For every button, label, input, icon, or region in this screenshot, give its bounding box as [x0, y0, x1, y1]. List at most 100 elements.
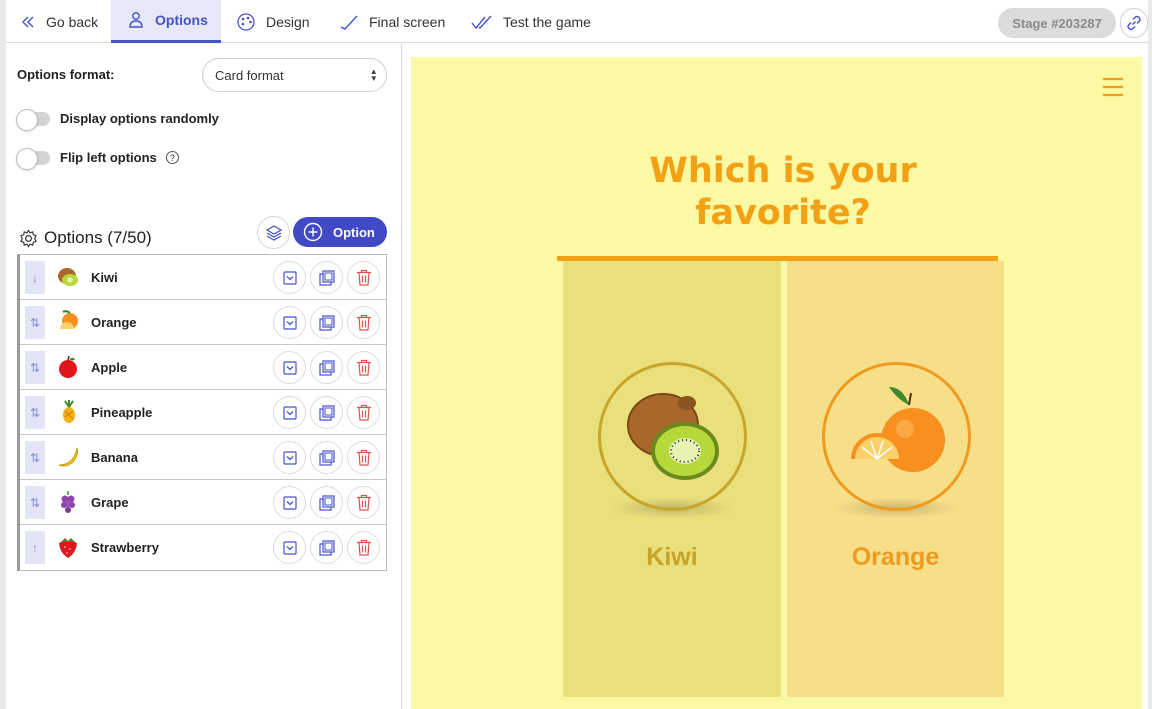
option-label: Kiwi — [91, 269, 118, 285]
trash-icon — [356, 269, 371, 286]
duplicate-option-button[interactable] — [310, 486, 343, 519]
hamburger-menu-icon[interactable] — [1102, 76, 1124, 98]
trash-icon — [356, 404, 371, 421]
stage-badge: Stage #203287 — [998, 8, 1116, 38]
option-card-kiwi[interactable]: Kiwi — [563, 261, 781, 697]
delete-option-button[interactable] — [347, 396, 380, 429]
option-card-orange[interactable]: Orange — [787, 261, 1004, 697]
toggle-random-row: Display options randomly — [16, 108, 219, 131]
reorder-arrow-icon[interactable]: ⇅ — [25, 486, 45, 519]
delete-option-button[interactable] — [347, 351, 380, 384]
top-nav: Go back Options Design Final screen Test… — [6, 0, 1148, 43]
tab-test-game[interactable]: Test the game — [471, 0, 591, 43]
options-format-select[interactable]: Card format ▴ ▾ — [202, 58, 387, 92]
orange-image-frame — [822, 362, 971, 511]
display-random-toggle[interactable] — [16, 108, 50, 131]
card-label-orange: Orange — [851, 543, 940, 571]
expand-option-button[interactable] — [273, 486, 306, 519]
layers-button[interactable] — [257, 216, 290, 249]
duplicate-option-button[interactable] — [310, 261, 343, 294]
gear-icon — [20, 228, 37, 248]
option-row-pineapple: ⇅ Pineapple — [20, 390, 386, 435]
delete-option-button[interactable] — [347, 306, 380, 339]
apple-icon — [59, 355, 77, 378]
duplicate-icon — [318, 359, 335, 376]
link-icon — [1127, 15, 1141, 31]
option-label: Pineapple — [91, 404, 153, 420]
trash-icon — [356, 359, 371, 376]
kiwi-icon — [58, 268, 78, 286]
tab-options-label: Options — [155, 12, 208, 28]
delete-option-button[interactable] — [347, 486, 380, 519]
add-option-label: Option — [333, 224, 375, 240]
go-back-label: Go back — [46, 13, 99, 30]
add-option-button[interactable]: Option — [293, 217, 387, 247]
options-format-label: Options format: — [17, 67, 115, 82]
layers-icon — [265, 224, 282, 241]
expand-option-button[interactable] — [273, 441, 306, 474]
option-row-banana: ⇅ Banana — [20, 435, 386, 480]
duplicate-option-button[interactable] — [310, 351, 343, 384]
duplicate-icon — [318, 449, 335, 466]
trash-icon — [356, 449, 371, 466]
question-title: Which is your favorite? — [563, 150, 1003, 234]
tab-test-game-label: Test the game — [503, 13, 591, 30]
double-check-icon — [471, 15, 492, 29]
option-row-apple: ⇅ Apple — [20, 345, 386, 390]
go-back-button[interactable]: Go back — [20, 0, 108, 43]
reorder-arrow-icon[interactable]: ⇅ — [25, 396, 45, 429]
expand-option-button[interactable] — [273, 306, 306, 339]
duplicate-icon — [318, 404, 335, 421]
grape-icon — [61, 491, 75, 513]
tab-design[interactable]: Design — [236, 0, 310, 43]
options-panel: Options format: Card format ▴ ▾ Display o… — [6, 44, 402, 709]
duplicate-option-button[interactable] — [310, 531, 343, 564]
option-label: Grape — [91, 494, 129, 510]
duplicate-option-button[interactable] — [310, 441, 343, 474]
display-random-label: Display options randomly — [60, 111, 219, 126]
tab-final-screen-label: Final screen — [369, 13, 446, 30]
delete-option-button[interactable] — [347, 261, 380, 294]
chevron-down-box-icon — [282, 405, 297, 420]
option-label: Apple — [91, 359, 128, 375]
duplicate-icon — [318, 314, 335, 331]
options-format-value: Card format — [215, 67, 284, 83]
palette-icon — [237, 12, 255, 31]
tab-final-screen[interactable]: Final screen — [339, 0, 445, 43]
orange-icon — [60, 310, 78, 329]
expand-option-button[interactable] — [273, 261, 306, 294]
option-label: Strawberry — [91, 540, 159, 555]
reorder-arrow-icon[interactable]: ↓ — [25, 261, 45, 294]
flip-left-label: Flip left options — [60, 150, 157, 165]
person-icon — [129, 12, 143, 28]
help-icon[interactable]: ? — [165, 151, 179, 164]
expand-option-button[interactable] — [273, 351, 306, 384]
tab-design-label: Design — [266, 13, 310, 30]
delete-option-button[interactable] — [347, 531, 380, 564]
reorder-arrow-icon[interactable]: ↑ — [25, 531, 45, 564]
tab-options[interactable]: Options — [111, 0, 221, 43]
pineapple-icon — [63, 400, 75, 423]
chevron-down-box-icon — [282, 270, 297, 285]
duplicate-option-button[interactable] — [310, 306, 343, 339]
reorder-arrow-icon[interactable]: ⇅ — [25, 351, 45, 384]
trash-icon — [356, 494, 371, 511]
trash-icon — [356, 314, 371, 331]
chevrons-left-icon — [22, 16, 34, 27]
delete-option-button[interactable] — [347, 441, 380, 474]
card-label-kiwi: Kiwi — [646, 543, 698, 571]
flip-left-toggle[interactable] — [16, 147, 50, 170]
kiwi-image-frame — [598, 362, 747, 511]
duplicate-icon — [318, 269, 335, 286]
strawberry-icon — [59, 538, 77, 558]
duplicate-icon — [318, 539, 335, 556]
expand-option-button[interactable] — [273, 531, 306, 564]
expand-option-button[interactable] — [273, 396, 306, 429]
link-button[interactable] — [1120, 8, 1148, 38]
reorder-arrow-icon[interactable]: ⇅ — [25, 306, 45, 339]
option-row-orange: ⇅ Orange — [20, 300, 386, 345]
banana-icon — [58, 447, 78, 467]
reorder-arrow-icon[interactable]: ⇅ — [25, 441, 45, 474]
duplicate-option-button[interactable] — [310, 396, 343, 429]
options-header: Options (7/50) — [19, 228, 152, 248]
